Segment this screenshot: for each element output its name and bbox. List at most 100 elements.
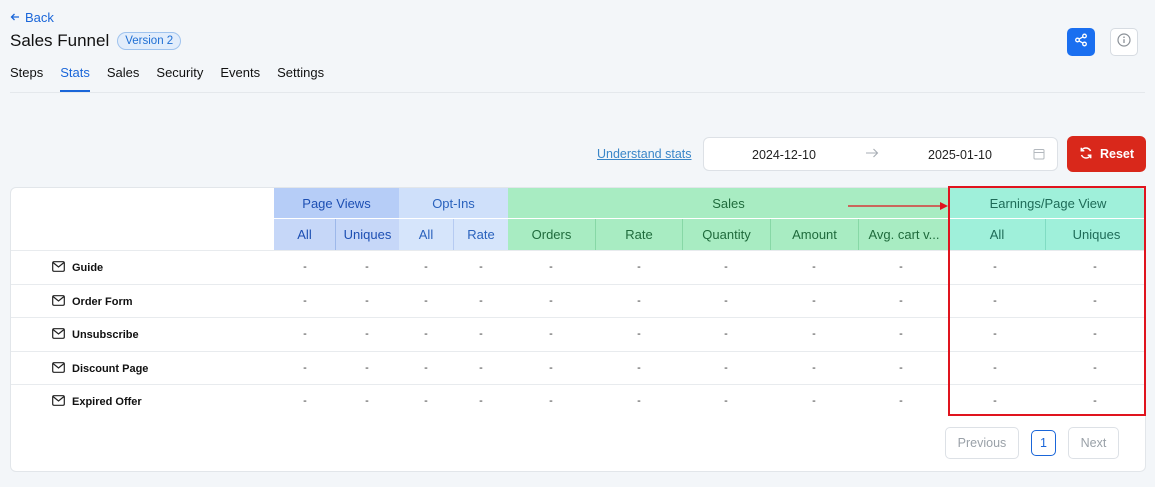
table-cell: - [479,294,483,307]
tab-stats[interactable]: Stats [60,65,90,92]
previous-button[interactable]: Previous [945,427,1019,459]
group-opt-ins: Opt-Ins [399,188,508,218]
table-cell: - [724,261,728,273]
annotation-arrow [848,199,950,217]
table-cell: - [637,261,641,273]
mail-icon [52,261,65,275]
table-cell: - [303,361,307,374]
share-button[interactable] [1067,28,1095,56]
table-cell: - [812,361,816,374]
table-cell: - [899,294,903,307]
table-cell: - [812,395,816,407]
col-quantity[interactable]: Quantity [683,219,770,250]
col-oi-all[interactable]: All [399,219,453,250]
table-cell: - [637,294,641,307]
next-button[interactable]: Next [1068,427,1119,459]
table-cell: - [1093,361,1097,374]
mail-icon [52,395,65,409]
col-avg-cart-value[interactable]: Avg. cart v... [859,219,949,250]
table-cell: - [812,294,816,307]
table-cell: - [479,361,483,374]
col-rate[interactable]: Rate [596,219,682,250]
date-range-picker[interactable]: 2024-12-10 2025-01-10 [703,137,1058,171]
table-cell: - [993,328,997,340]
info-button[interactable] [1110,28,1138,56]
tab-steps[interactable]: Steps [10,65,43,92]
table-cell: - [549,395,553,407]
table-cell: - [549,328,553,340]
understand-stats-link[interactable]: Understand stats [597,147,692,161]
tab-settings[interactable]: Settings [277,65,324,92]
table-cell: - [1093,261,1097,273]
col-amount[interactable]: Amount [771,219,858,250]
table-cell: - [899,361,903,374]
table-cell: - [899,395,903,407]
tab-events[interactable]: Events [220,65,260,92]
tab-sales[interactable]: Sales [107,65,140,92]
group-earnings-page-view: Earnings/Page View [949,188,1145,218]
back-label: Back [25,10,54,25]
table-cell: - [993,395,997,407]
table-cell: - [424,261,428,273]
table-cell: - [365,294,369,307]
table-cell: - [899,261,903,273]
table-row: Guide - - - - - - - - - - - [11,250,1145,283]
table-cell: - [993,361,997,374]
table-cell: - [479,395,483,407]
table-row: Expired Offer - - - - - - - - - - - [11,384,1145,417]
mail-icon [52,294,65,309]
row-name: Discount Page [52,361,149,376]
share-icon [1074,33,1088,52]
row-name: Unsubscribe [52,328,139,342]
table-cell: - [303,261,307,273]
table-row: Discount Page - - - - - - - - - - - [11,350,1145,384]
table-cell: - [812,261,816,273]
row-name: Order Form [52,294,133,309]
col-oi-rate[interactable]: Rate [454,219,508,250]
page-1-button[interactable]: 1 [1031,430,1056,456]
table-cell: - [303,395,307,407]
arrow-right-icon [865,147,879,162]
row-label: Discount Page [72,362,149,375]
reset-button[interactable]: Reset [1067,136,1146,172]
table-cell: - [637,328,641,340]
table-row: Unsubscribe - - - - - - - - - - - [11,317,1145,350]
date-to[interactable]: 2025-01-10 [928,148,992,162]
col-pv-uniques[interactable]: Uniques [336,219,399,250]
table-cell: - [1093,395,1097,407]
col-ep-uniques[interactable]: Uniques [1046,219,1145,250]
page-header: Sales Funnel Version 2 [10,31,182,51]
table-cell: - [365,261,369,273]
table-cell: - [724,361,728,374]
table-cell: - [812,328,816,340]
row-name: Expired Offer [52,395,142,409]
calendar-icon[interactable] [1033,148,1045,163]
table-cell: - [724,395,728,407]
table-cell: - [303,328,307,340]
col-pv-all[interactable]: All [274,219,335,250]
group-page-views: Page Views [274,188,399,218]
stats-table: Page Views Opt-Ins Sales Earnings/Page V… [10,187,1146,472]
table-cell: - [365,361,369,374]
row-label: Unsubscribe [72,329,139,341]
table-cell: - [899,328,903,340]
table-cell: - [993,294,997,307]
row-label: Order Form [72,295,133,308]
table-cell: - [549,294,553,307]
table-cell: - [993,261,997,273]
table-row: Order Form - - - - - - - - - - - [11,283,1145,317]
back-link[interactable]: Back [10,10,54,25]
table-cell: - [424,395,428,407]
table-cell: - [724,328,728,340]
date-from[interactable]: 2024-12-10 [752,148,816,162]
tab-security[interactable]: Security [156,65,203,92]
refresh-icon [1079,146,1093,163]
table-cell: - [637,395,641,407]
col-orders[interactable]: Orders [508,219,595,250]
table-cell: - [365,395,369,407]
row-name: Guide [52,261,103,275]
tabs-divider [10,92,1145,93]
table-cell: - [1093,328,1097,340]
table-cell: - [479,328,483,340]
col-ep-all[interactable]: All [949,219,1045,250]
